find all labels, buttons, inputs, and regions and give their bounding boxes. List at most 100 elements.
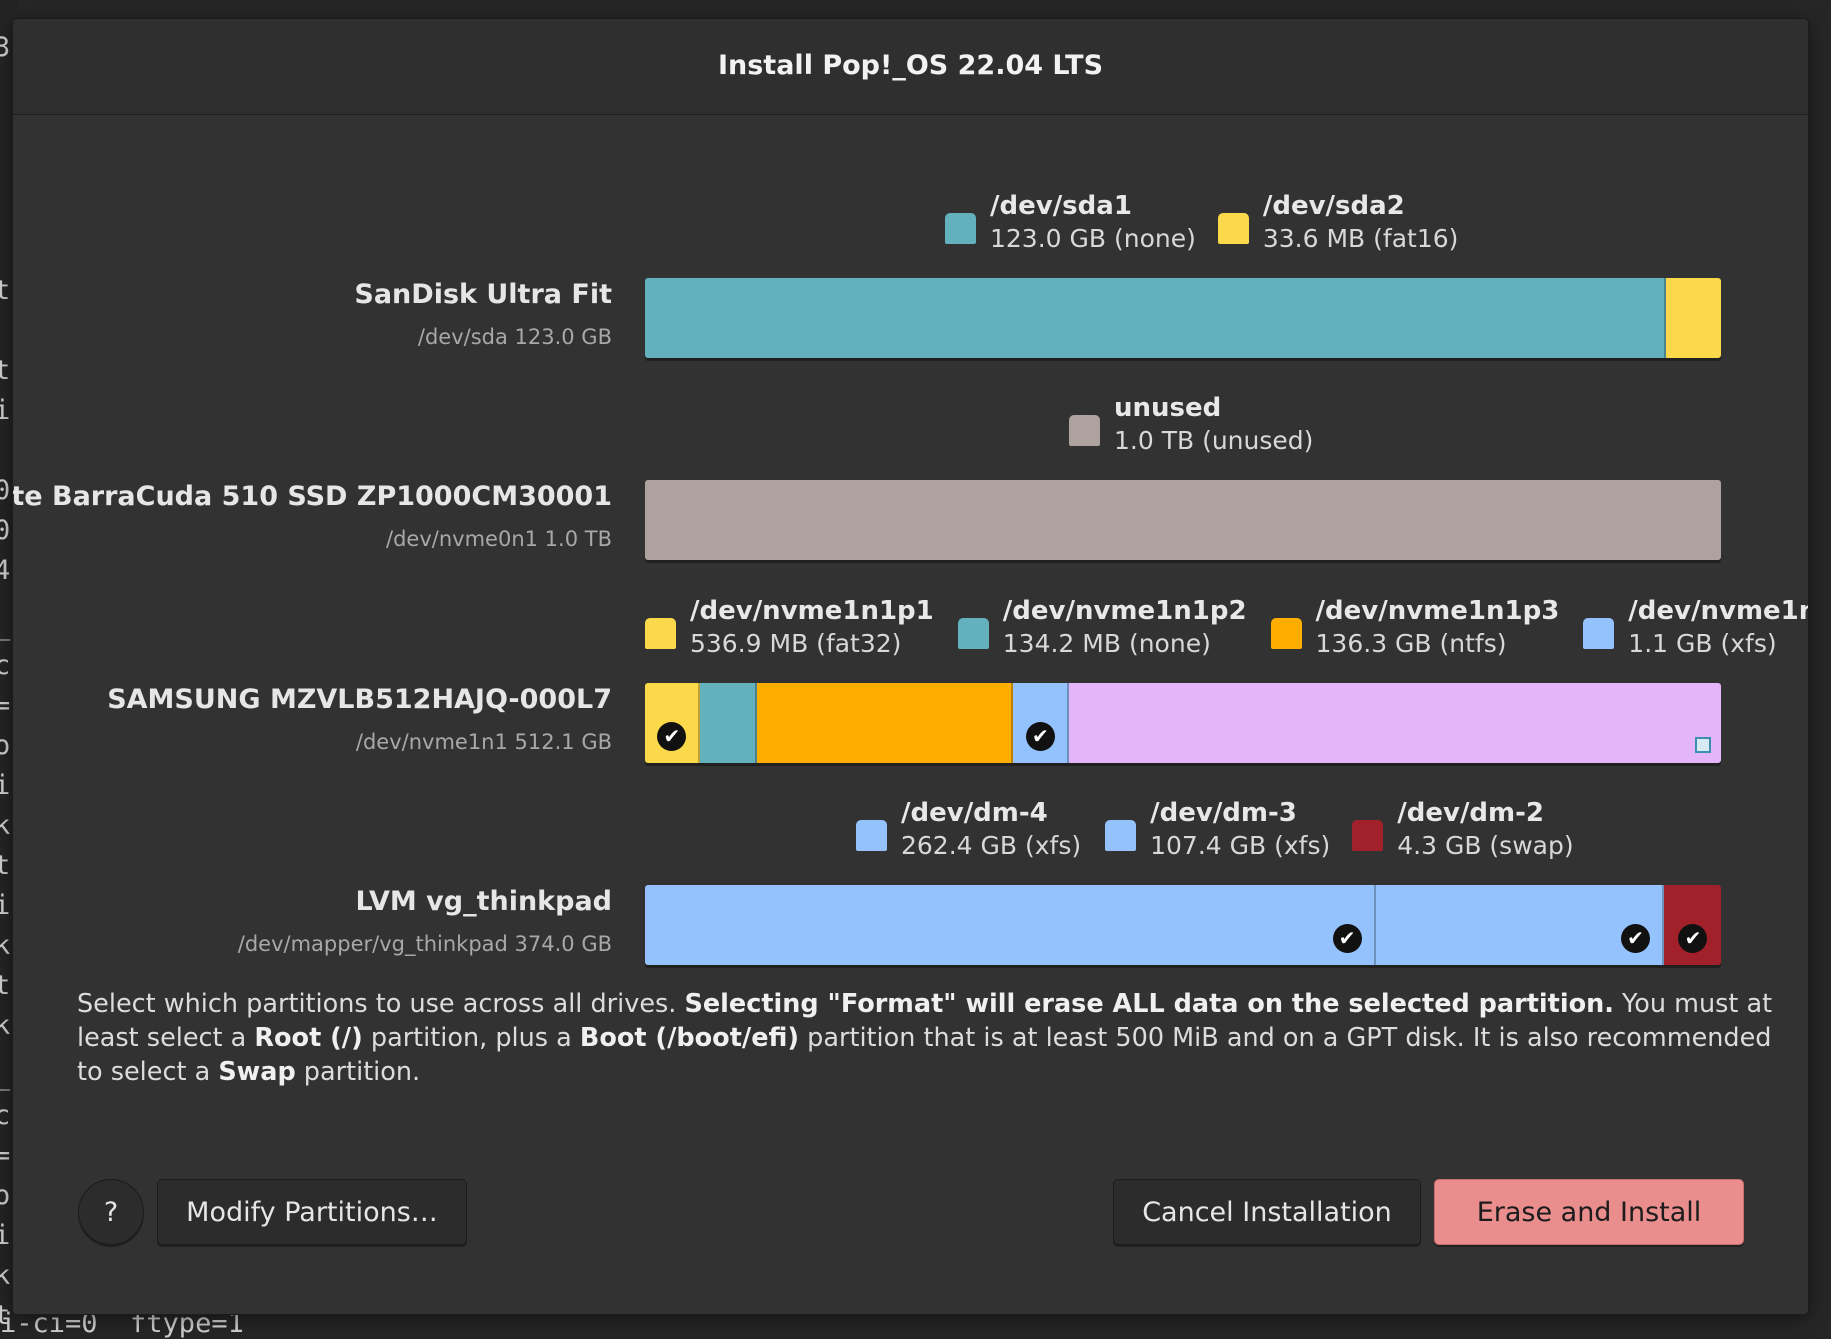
partition-info: 536.9 MB (fat32) [690, 629, 902, 658]
legend-swatch [856, 820, 887, 851]
window-title: Install Pop!_OS 22.04 LTS [717, 50, 1104, 81]
legend-item: /dev/nvme1n1p2 134.2 MB (none) [957, 596, 1247, 661]
partition-segment[interactable] [756, 683, 1013, 763]
legend-item: /dev/dm-3 107.4 GB (xfs) [1105, 798, 1330, 863]
drive-path-lvm: /dev/mapper/vg_thinkpad 374.0 GB [237, 932, 612, 956]
partition-name: /dev/dm-4 [901, 798, 1048, 828]
desc-swap: Swap [218, 1057, 296, 1087]
partition-segment[interactable] [1666, 278, 1721, 358]
erase-and-install-button[interactable]: Erase and Install [1434, 1179, 1744, 1245]
terminal-char: c [0, 650, 11, 681]
legend-item: /dev/dm-2 4.3 GB (swap) [1352, 798, 1574, 863]
legend-text: /dev/dm-3 107.4 GB (xfs) [1150, 798, 1330, 863]
desc-text-1: Select which partitions to use across al… [77, 989, 685, 1019]
legend-swatch [945, 213, 976, 244]
partition-name: /dev/dm-2 [1397, 798, 1545, 828]
drive-name-lvm: LVM vg_thinkpad [355, 886, 612, 917]
partition-segment[interactable] [1068, 683, 1721, 763]
legend-swatch [1069, 415, 1100, 446]
legend-swatch [1105, 820, 1137, 851]
partition-name: /dev/sda1 [990, 191, 1132, 221]
legend-text: /dev/nvme1n1p3 136.3 GB (ntfs) [1316, 596, 1560, 661]
terminal-char: 4 [0, 555, 11, 586]
partition-info: 1.1 GB (xfs) [1628, 629, 1777, 658]
partition-name: /dev/nvme1n1p2 [1002, 596, 1247, 626]
legend-text: /dev/nvme1n1p4 1.1 GB (xfs) [1628, 596, 1808, 661]
encrypted-lock-icon [1694, 737, 1711, 753]
legend-swatch [1352, 820, 1384, 851]
partition-segment[interactable]: ✔ [645, 683, 700, 763]
legend-item: /dev/nvme1n1p3 136.3 GB (ntfs) [1270, 596, 1560, 661]
partition-info: 123.0 GB (none) [990, 224, 1196, 253]
cancel-installation-button[interactable]: Cancel Installation [1113, 1179, 1421, 1245]
legend-text: unused 1.0 TB (unused) [1114, 393, 1313, 458]
terminal-char: 0 [0, 475, 11, 506]
terminal-char: k [0, 1260, 11, 1291]
terminal-char: k [0, 1010, 11, 1041]
legend-item: unused 1.0 TB (unused) [1069, 393, 1313, 458]
legend-text: /dev/dm-4 262.4 GB (xfs) [901, 798, 1081, 863]
legend-sda: /dev/sda1 123.0 GB (none) /dev/sda2 33.6 MB… [945, 191, 1458, 256]
partition-segment[interactable]: ✔ [645, 885, 1376, 965]
modify-partitions-button[interactable]: Modify Partitions… [157, 1179, 467, 1245]
terminal-char: k [0, 810, 11, 841]
partition-bar-samsung[interactable]: ✔ ✔ [645, 683, 1721, 763]
legend-text: /dev/sda2 33.6 MB (fat16) [1263, 191, 1459, 256]
partition-info: 107.4 GB (xfs) [1150, 831, 1331, 860]
terminal-char: 0 [0, 515, 11, 546]
terminal-char: = [0, 1140, 11, 1171]
terminal-char: i [0, 770, 11, 801]
desc-warning: Selecting "Format" will erase ALL data o… [684, 989, 1614, 1019]
legend-item: /dev/sda2 33.6 MB (fat16) [1217, 191, 1459, 256]
partition-bar-sandisk[interactable] [645, 278, 1721, 358]
checkmark-icon: ✔ [1678, 924, 1708, 953]
partition-name: /dev/nvme1n1p1 [690, 596, 934, 626]
desc-text-3: partition, plus a [362, 1023, 580, 1053]
terminal-char: c [0, 1100, 11, 1131]
terminal-char: 3 [0, 32, 11, 63]
legend-swatch [957, 618, 989, 649]
desc-text-5: partition. [295, 1057, 421, 1087]
drive-name-seagate: Seagate BarraCuda 510 SSD ZP1000CM30001 [13, 481, 612, 512]
legend-text: /dev/dm-2 4.3 GB (swap) [1397, 798, 1573, 863]
terminal-char: = [0, 690, 11, 721]
partition-info: 262.4 GB (xfs) [901, 831, 1082, 860]
partition-segment[interactable]: ✔ [1663, 885, 1721, 965]
terminal-char: i [0, 395, 11, 426]
legend-nvme0n1: unused 1.0 TB (unused) [1069, 393, 1313, 458]
legend-nvme1n1: /dev/nvme1n1p1 536.9 MB (fat32)/dev/nvme1… [645, 596, 1808, 661]
partition-segment[interactable] [645, 480, 1721, 560]
partition-name: /dev/nvme1n1p3 [1315, 596, 1560, 626]
partition-bar-lvm[interactable]: ✔ ✔ ✔ [645, 885, 1721, 965]
terminal-char: i [0, 890, 11, 921]
partition-info: 134.2 MB (none) [1002, 629, 1211, 658]
terminal-char: t [0, 850, 11, 881]
partition-segment[interactable]: ✔ [1012, 683, 1069, 763]
legend-swatch [645, 618, 676, 649]
checkmark-icon: ✔ [1620, 924, 1650, 953]
terminal-char: o [0, 730, 11, 761]
legend-text: /dev/sda1 123.0 GB (none) [990, 191, 1196, 256]
drive-name-sandisk: SanDisk Ultra Fit [354, 279, 612, 310]
drive-path-seagate: /dev/nvme0n1 1.0 TB [386, 527, 612, 551]
desc-boot: Boot (/boot/efi) [579, 1023, 800, 1053]
checkmark-icon: ✔ [1025, 722, 1055, 751]
partition-info: 136.3 GB (ntfs) [1315, 629, 1507, 658]
desc-root: Root (/) [254, 1023, 363, 1053]
legend-lvm: /dev/dm-4 262.4 GB (xfs) /dev/dm-3 107.4 GB… [856, 798, 1574, 863]
legend-text: /dev/nvme1n1p1 536.9 MB (fat32) [690, 596, 934, 661]
help-button[interactable]: ? [78, 1179, 144, 1245]
partition-info: 1.0 TB (unused) [1114, 426, 1314, 455]
partition-segment[interactable]: ✔ [1375, 885, 1664, 965]
legend-text: /dev/nvme1n1p2 134.2 MB (none) [1003, 596, 1247, 661]
drive-path-sandisk: /dev/sda 123.0 GB [417, 325, 612, 349]
titlebar: Install Pop!_OS 22.04 LTS [13, 19, 1808, 115]
partition-segment[interactable] [645, 278, 1667, 358]
legend-swatch [1583, 618, 1615, 649]
partition-segment[interactable] [699, 683, 757, 763]
terminal-char: t [0, 355, 11, 386]
checkmark-icon: ✔ [657, 722, 687, 751]
installer-window: Install Pop!_OS 22.04 LTS /dev/sda1 123.0… [13, 19, 1808, 1314]
partition-info: 33.6 MB (fat16) [1262, 224, 1459, 253]
partition-bar-seagate[interactable] [645, 480, 1721, 560]
